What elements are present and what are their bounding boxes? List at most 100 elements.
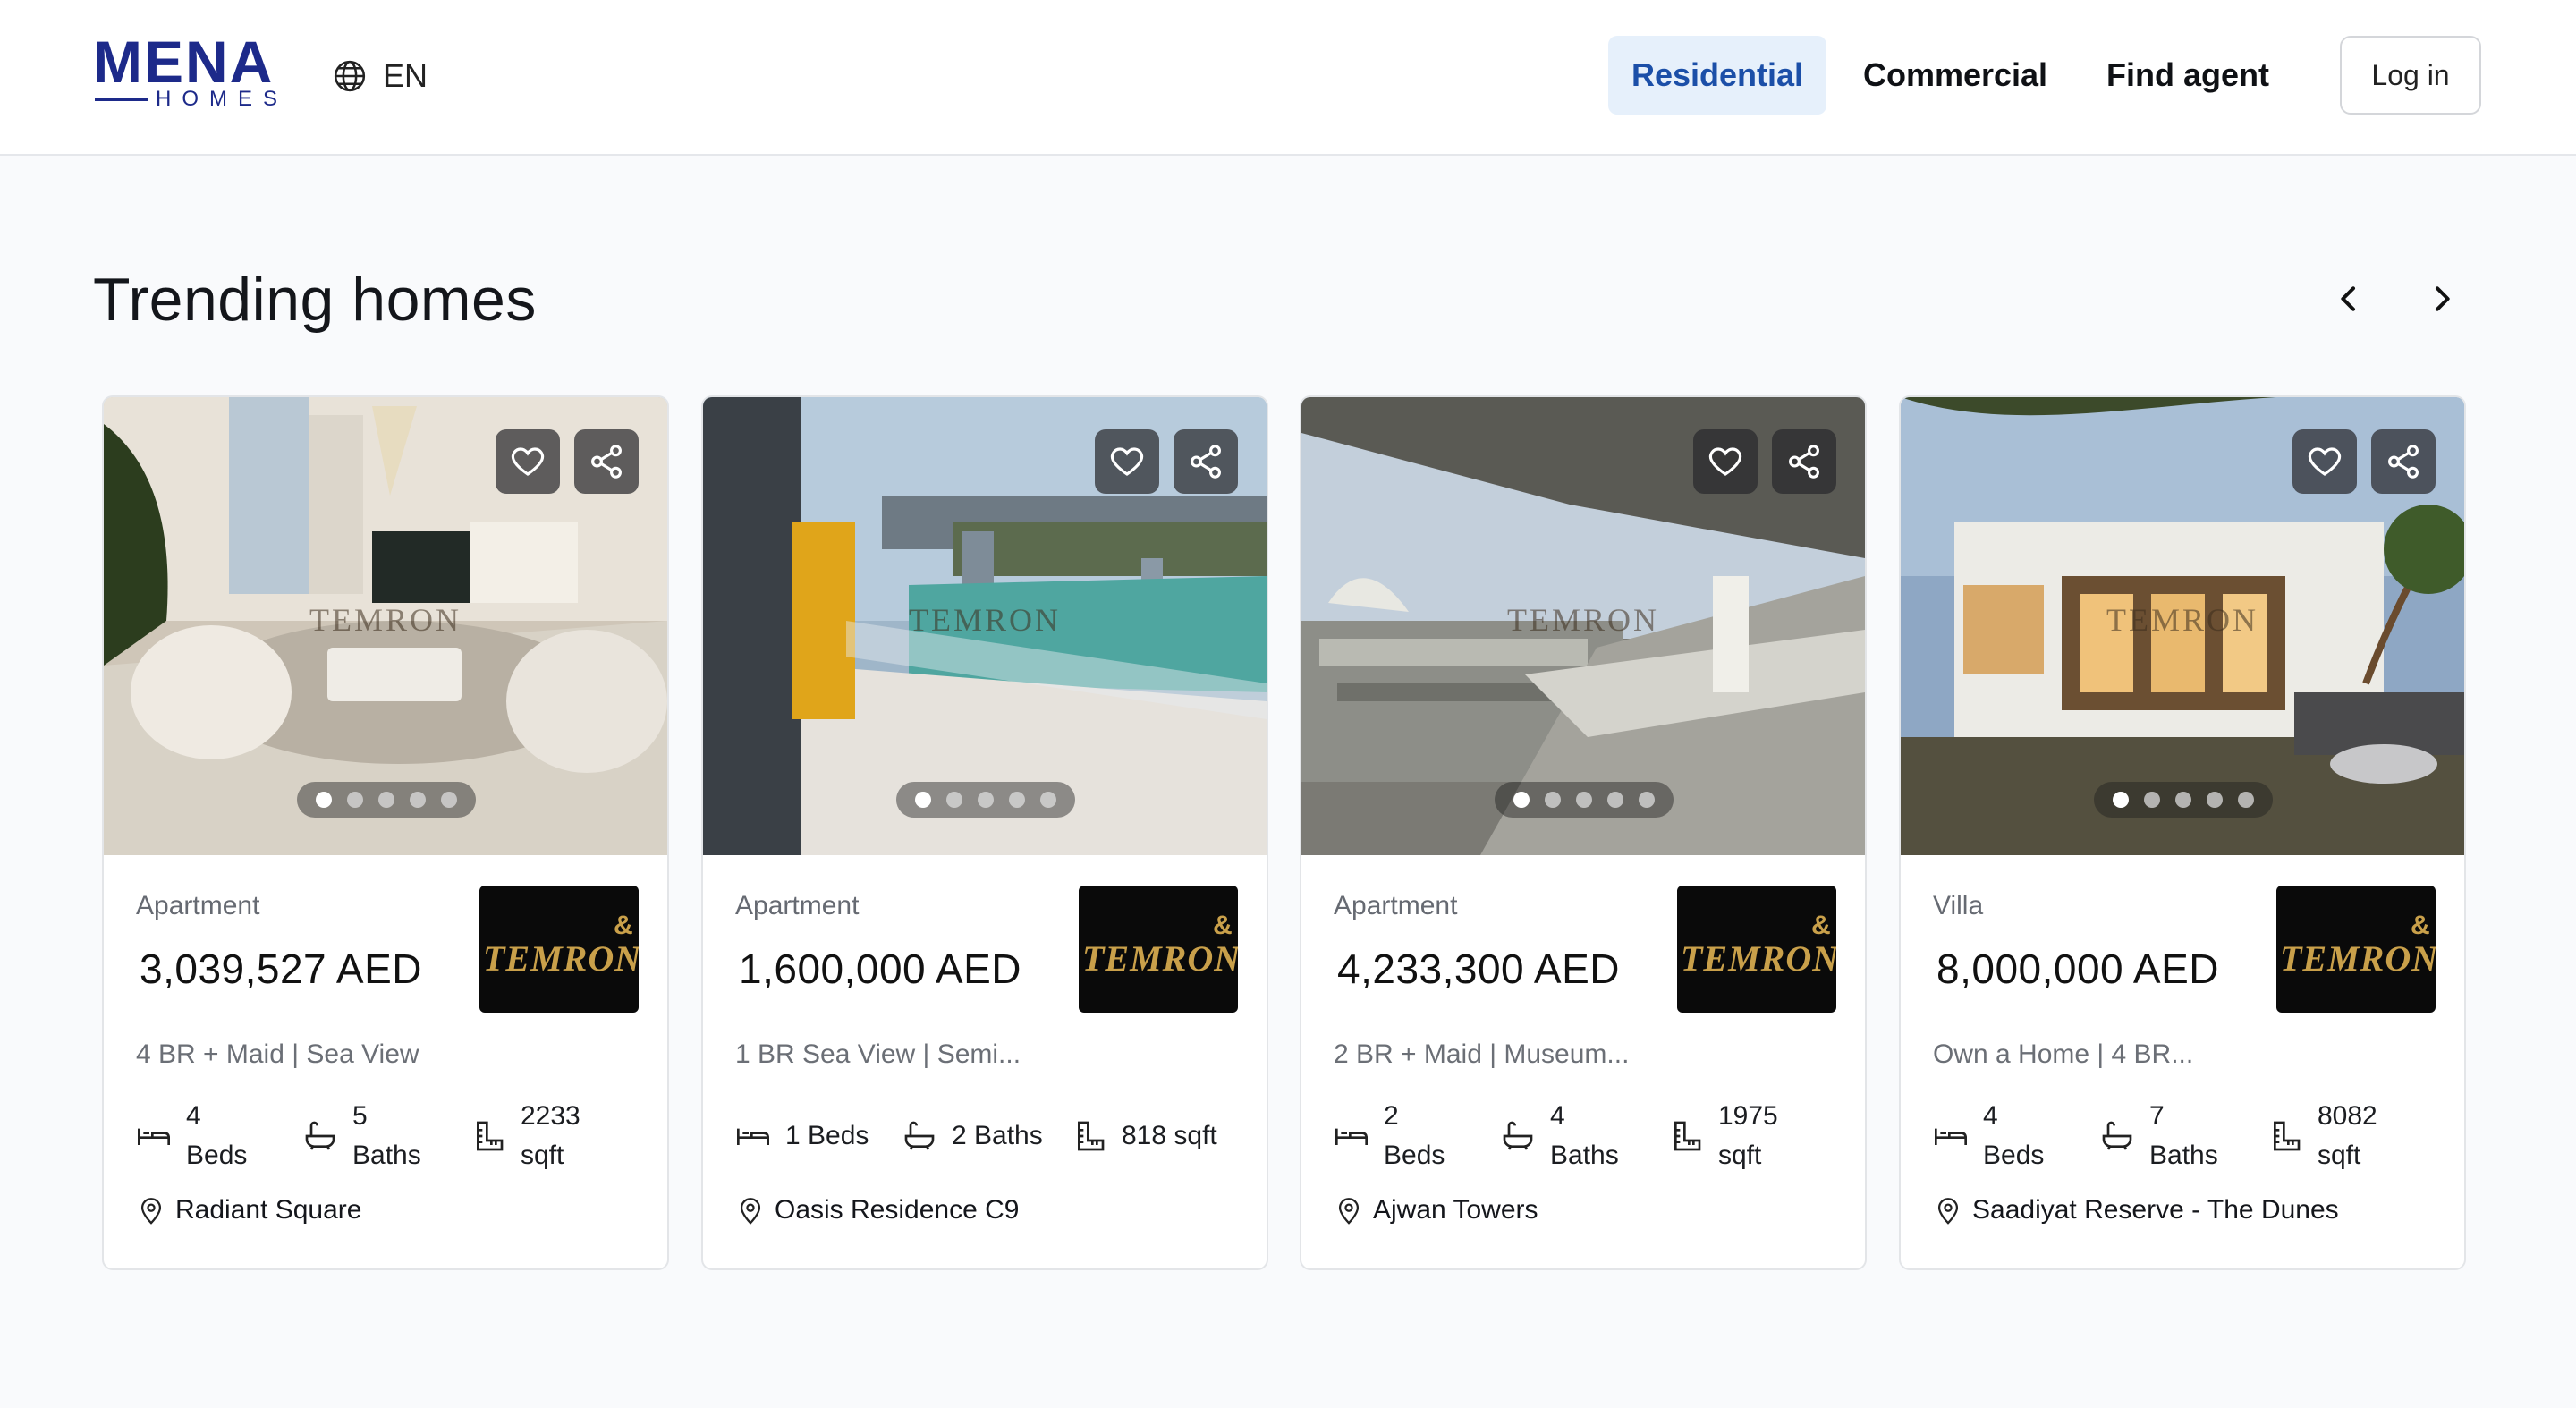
property-photo[interactable]: TEMRON <box>1901 397 2464 855</box>
baths-count: 7 Baths <box>2149 1101 2218 1170</box>
property-title: 1 BR Sea View | Semi... <box>735 1039 1021 1069</box>
bed-icon <box>1335 1128 1368 1145</box>
map-pin-icon <box>1338 1198 1360 1225</box>
nav-commercial[interactable]: Commercial <box>1846 36 2064 115</box>
globe-icon <box>334 60 366 92</box>
property-card[interactable]: TEMRON Apartment 4,233,300 AED & TEMRON … <box>1300 395 1867 1270</box>
slide-dot[interactable] <box>1639 792 1655 808</box>
nav-residential[interactable]: Residential <box>1608 36 1826 115</box>
location-name: Oasis Residence C9 <box>775 1195 1020 1225</box>
slide-dot[interactable] <box>316 792 332 808</box>
heart-icon <box>1708 447 1742 476</box>
property-card[interactable]: TEMRON Apartment 1,600,000 AED & TEMRON … <box>701 395 1268 1270</box>
location-name: Ajwan Towers <box>1373 1195 1538 1225</box>
slide-dot[interactable] <box>2175 792 2191 808</box>
property-photo[interactable]: TEMRON <box>703 397 1267 855</box>
language-selector[interactable]: EN <box>333 55 428 97</box>
card-details: Apartment 4,233,300 AED & TEMRON 2 BR + … <box>1301 855 1865 1268</box>
spec-area: 2233 sqft <box>470 1095 631 1177</box>
card-details: Apartment 1,600,000 AED & TEMRON 1 BR Se… <box>703 855 1267 1268</box>
bed-icon <box>1935 1128 1967 1145</box>
slide-dot[interactable] <box>378 792 394 808</box>
slide-dot[interactable] <box>1040 792 1056 808</box>
slide-dot[interactable] <box>1513 792 1530 808</box>
agency-emblem: & <box>1811 911 1831 940</box>
mena-homes-logo[interactable]: MENA HOMES <box>93 32 295 111</box>
bed-icon <box>737 1128 769 1145</box>
photo-watermark: TEMRON <box>909 602 1061 638</box>
slide-dot[interactable] <box>978 792 994 808</box>
card-details: Apartment 3,039,527 AED & TEMRON 4 BR + … <box>104 855 667 1268</box>
heart-icon <box>1110 447 1144 476</box>
slide-dot[interactable] <box>1545 792 1561 808</box>
spec-beds: 4 Beds <box>1933 1095 2067 1177</box>
share-icon <box>2388 445 2419 479</box>
share-button[interactable] <box>1174 429 1238 494</box>
slide-indicator <box>2094 782 2273 818</box>
property-location: Ajwan Towers <box>1334 1188 1538 1233</box>
section-title: Trending homes <box>93 266 537 334</box>
favorite-button[interactable] <box>1693 429 1758 494</box>
agency-logo[interactable]: & TEMRON <box>1079 886 1238 1013</box>
photo-watermark: TEMRON <box>1507 602 1659 638</box>
slide-dot[interactable] <box>2207 792 2223 808</box>
slide-dot[interactable] <box>1607 792 1623 808</box>
property-type: Apartment <box>136 891 260 920</box>
property-type: Apartment <box>1334 891 1458 920</box>
property-title: 2 BR + Maid | Museum... <box>1334 1039 1630 1069</box>
photo-watermark: TEMRON <box>309 602 462 638</box>
spec-beds: 2 Beds <box>1334 1095 1468 1177</box>
slide-dot[interactable] <box>1009 792 1025 808</box>
property-title: 4 BR + Maid | Sea View <box>136 1039 419 1069</box>
agency-logo[interactable]: & TEMRON <box>2276 886 2436 1013</box>
favorite-button[interactable] <box>2292 429 2357 494</box>
bathtub-icon <box>305 1121 335 1150</box>
carousel-prev-button[interactable] <box>2320 270 2377 327</box>
property-type: Apartment <box>735 891 860 920</box>
slide-dot[interactable] <box>946 792 962 808</box>
slide-dot[interactable] <box>441 792 457 808</box>
baths-count: 4 Baths <box>1550 1101 1619 1170</box>
area-size: 1975 sqft <box>1718 1101 1778 1170</box>
spec-area: 8082 sqft <box>2267 1095 2428 1177</box>
agency-logo[interactable]: & TEMRON <box>1677 886 1836 1013</box>
spec-baths: 4 Baths <box>1500 1095 1643 1177</box>
property-card[interactable]: TEMRON Apartment 3,039,527 AED & TEMRON … <box>102 395 669 1270</box>
favorite-button[interactable] <box>496 429 560 494</box>
share-button[interactable] <box>574 429 639 494</box>
property-location: Radiant Square <box>136 1188 361 1233</box>
language-label: EN <box>383 57 428 94</box>
slide-dot[interactable] <box>347 792 363 808</box>
nav-find-agent[interactable]: Find agent <box>2088 36 2288 115</box>
login-button[interactable]: Log in <box>2340 36 2481 115</box>
bathtub-icon <box>904 1121 935 1150</box>
agency-logo[interactable]: & TEMRON <box>479 886 639 1013</box>
property-photo[interactable]: TEMRON <box>1301 397 1865 855</box>
carousel-next-button[interactable] <box>2413 270 2470 327</box>
share-button[interactable] <box>1772 429 1836 494</box>
agency-emblem: & <box>2411 911 2430 940</box>
share-icon <box>591 445 622 479</box>
agency-name: TEMRON <box>2280 938 2436 979</box>
bathtub-icon <box>1503 1121 1533 1150</box>
property-card[interactable]: TEMRON Villa 8,000,000 AED & TEMRON Own … <box>1899 395 2466 1270</box>
beds-count: 4 Beds <box>186 1101 248 1170</box>
slide-dot[interactable] <box>2144 792 2160 808</box>
slide-dot[interactable] <box>1576 792 1592 808</box>
bed-icon <box>138 1128 170 1145</box>
area-size: 8082 sqft <box>2318 1101 2377 1170</box>
slide-dot[interactable] <box>915 792 931 808</box>
logo-wordmark: MENA <box>93 29 275 95</box>
slide-dot[interactable] <box>2238 792 2254 808</box>
spec-beds: 1 Beds <box>735 1095 896 1177</box>
slide-dot[interactable] <box>410 792 426 808</box>
property-photo[interactable]: TEMRON <box>104 397 667 855</box>
property-type: Villa <box>1933 891 1984 920</box>
slide-dot[interactable] <box>2113 792 2129 808</box>
favorite-button[interactable] <box>1095 429 1159 494</box>
property-location: Saadiyat Reserve - The Dunes <box>1933 1188 2339 1233</box>
property-price: 8,000,000 AED <box>1936 946 2219 992</box>
property-price: 3,039,527 AED <box>140 946 422 992</box>
map-pin-icon <box>140 1198 162 1225</box>
share-button[interactable] <box>2371 429 2436 494</box>
